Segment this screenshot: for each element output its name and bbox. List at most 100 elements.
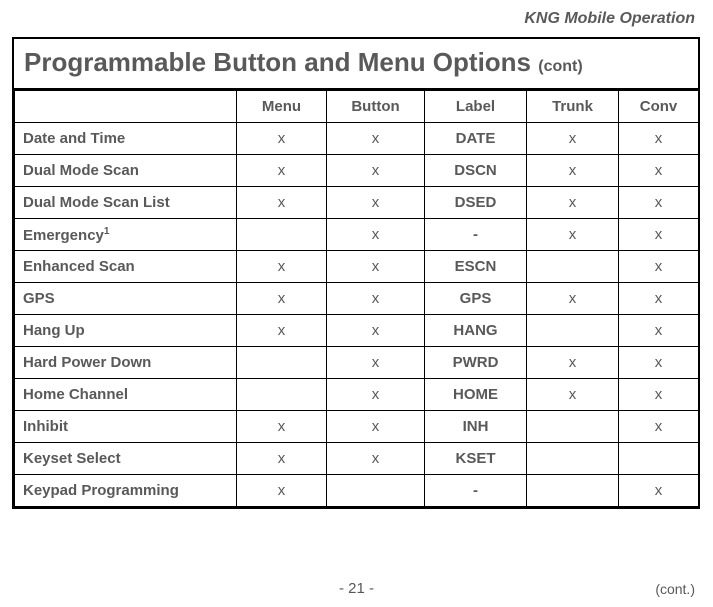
menu-cell (237, 219, 327, 251)
button-cell: x (327, 155, 425, 187)
conv-cell: x (619, 315, 699, 347)
feature-text: Emergency (23, 227, 104, 244)
conv-cell: x (619, 123, 699, 155)
label-cell: GPS (425, 283, 527, 315)
trunk-cell: x (527, 187, 619, 219)
menu-cell: x (237, 187, 327, 219)
trunk-cell (527, 443, 619, 475)
feature-cell: Date and Time (15, 123, 237, 155)
feature-cell: Keypad Programming (15, 475, 237, 507)
trunk-cell (527, 251, 619, 283)
conv-cell: x (619, 283, 699, 315)
label-cell: DSCN (425, 155, 527, 187)
menu-cell: x (237, 475, 327, 507)
label-cell: DSED (425, 187, 527, 219)
trunk-cell: x (527, 283, 619, 315)
button-cell (327, 475, 425, 507)
feature-text: GPS (23, 290, 55, 307)
conv-cell: x (619, 155, 699, 187)
trunk-cell: x (527, 219, 619, 251)
button-cell: x (327, 251, 425, 283)
conv-cell: x (619, 347, 699, 379)
col-feature (15, 91, 237, 123)
col-conv: Conv (619, 91, 699, 123)
table-row: Keyset SelectxxKSET (15, 443, 699, 475)
table-row: Emergency1x-xx (15, 219, 699, 251)
menu-cell: x (237, 315, 327, 347)
feature-cell: Enhanced Scan (15, 251, 237, 283)
feature-text: Dual Mode Scan List (23, 194, 170, 211)
feature-text: Hard Power Down (23, 354, 151, 371)
table-row: Keypad Programmingx-x (15, 475, 699, 507)
menu-cell: x (237, 251, 327, 283)
trunk-cell (527, 411, 619, 443)
conv-cell: x (619, 187, 699, 219)
menu-cell: x (237, 411, 327, 443)
feature-text: Dual Mode Scan (23, 162, 139, 179)
button-cell: x (327, 315, 425, 347)
footer-cont: (cont.) (655, 581, 695, 597)
conv-cell: x (619, 251, 699, 283)
table-title-row: Programmable Button and Menu Options (co… (14, 39, 698, 90)
col-label: Label (425, 91, 527, 123)
table-row: Dual Mode ScanxxDSCNxx (15, 155, 699, 187)
options-table-container: Programmable Button and Menu Options (co… (12, 37, 700, 509)
col-button: Button (327, 91, 425, 123)
page-number: - 21 - (339, 580, 374, 597)
header-right-text: KNG Mobile Operation (524, 10, 695, 28)
trunk-cell: x (527, 379, 619, 411)
feature-text: Home Channel (23, 386, 128, 403)
button-cell: x (327, 219, 425, 251)
feature-cell: Keyset Select (15, 443, 237, 475)
feature-sup: 1 (104, 226, 110, 237)
button-cell: x (327, 123, 425, 155)
options-table: Menu Button Label Trunk Conv Date and Ti… (14, 90, 699, 507)
feature-text: Keypad Programming (23, 482, 179, 499)
label-cell: HANG (425, 315, 527, 347)
button-cell: x (327, 379, 425, 411)
feature-cell: Dual Mode Scan (15, 155, 237, 187)
menu-cell: x (237, 123, 327, 155)
label-cell: ESCN (425, 251, 527, 283)
feature-text: Inhibit (23, 418, 68, 435)
feature-text: Hang Up (23, 322, 85, 339)
feature-cell: Dual Mode Scan List (15, 187, 237, 219)
button-cell: x (327, 187, 425, 219)
table-row: Hard Power DownxPWRDxx (15, 347, 699, 379)
button-cell: x (327, 347, 425, 379)
trunk-cell (527, 315, 619, 347)
trunk-cell: x (527, 155, 619, 187)
feature-text: Enhanced Scan (23, 258, 135, 275)
menu-cell: x (237, 155, 327, 187)
conv-cell: x (619, 379, 699, 411)
menu-cell: x (237, 283, 327, 315)
trunk-cell (527, 475, 619, 507)
trunk-cell: x (527, 123, 619, 155)
feature-cell: Hard Power Down (15, 347, 237, 379)
menu-cell (237, 347, 327, 379)
label-cell: KSET (425, 443, 527, 475)
label-cell: DATE (425, 123, 527, 155)
label-cell: PWRD (425, 347, 527, 379)
feature-cell: Home Channel (15, 379, 237, 411)
button-cell: x (327, 443, 425, 475)
table-row: Enhanced ScanxxESCNx (15, 251, 699, 283)
col-menu: Menu (237, 91, 327, 123)
feature-cell: GPS (15, 283, 237, 315)
conv-cell: x (619, 411, 699, 443)
table-row: Dual Mode Scan ListxxDSEDxx (15, 187, 699, 219)
label-cell: HOME (425, 379, 527, 411)
table-row: Home ChannelxHOMExx (15, 379, 699, 411)
table-row: Date and TimexxDATExx (15, 123, 699, 155)
button-cell: x (327, 411, 425, 443)
label-cell: - (425, 475, 527, 507)
table-header-row: Menu Button Label Trunk Conv (15, 91, 699, 123)
button-cell: x (327, 283, 425, 315)
label-cell: - (425, 219, 527, 251)
label-cell: INH (425, 411, 527, 443)
feature-cell: Emergency1 (15, 219, 237, 251)
feature-text: Date and Time (23, 130, 125, 147)
conv-cell: x (619, 219, 699, 251)
table-row: InhibitxxINHx (15, 411, 699, 443)
col-trunk: Trunk (527, 91, 619, 123)
